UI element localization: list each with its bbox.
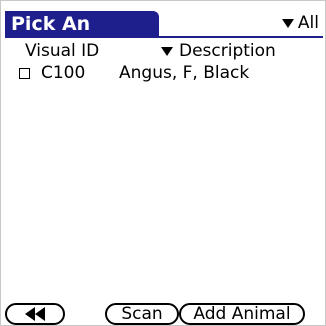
filter-label: All [297,13,319,33]
add-animal-button[interactable]: Add Animal [179,303,305,325]
dropdown-triangle-icon [281,18,294,28]
row-visual-id: C100 [41,63,86,83]
title-underline [5,36,323,38]
list-item[interactable]: C100 Angus, F, Black [19,63,249,83]
back-button[interactable] [5,303,65,325]
scan-button[interactable]: Scan [105,303,179,325]
column-header-description[interactable]: Description [161,41,276,61]
column-header-description-label: Description [179,41,276,61]
page-title: Pick An Animal [5,11,159,62]
app-window: Pick An Animal All Visual ID Description… [0,0,326,326]
column-header-visual-id: Visual ID [25,41,100,61]
row-checkbox[interactable] [19,67,30,79]
sort-dropdown-triangle-icon [161,46,173,56]
rewind-icon [25,307,45,321]
row-description: Angus, F, Black [119,63,250,83]
category-filter-dropdown[interactable]: All [281,11,319,35]
